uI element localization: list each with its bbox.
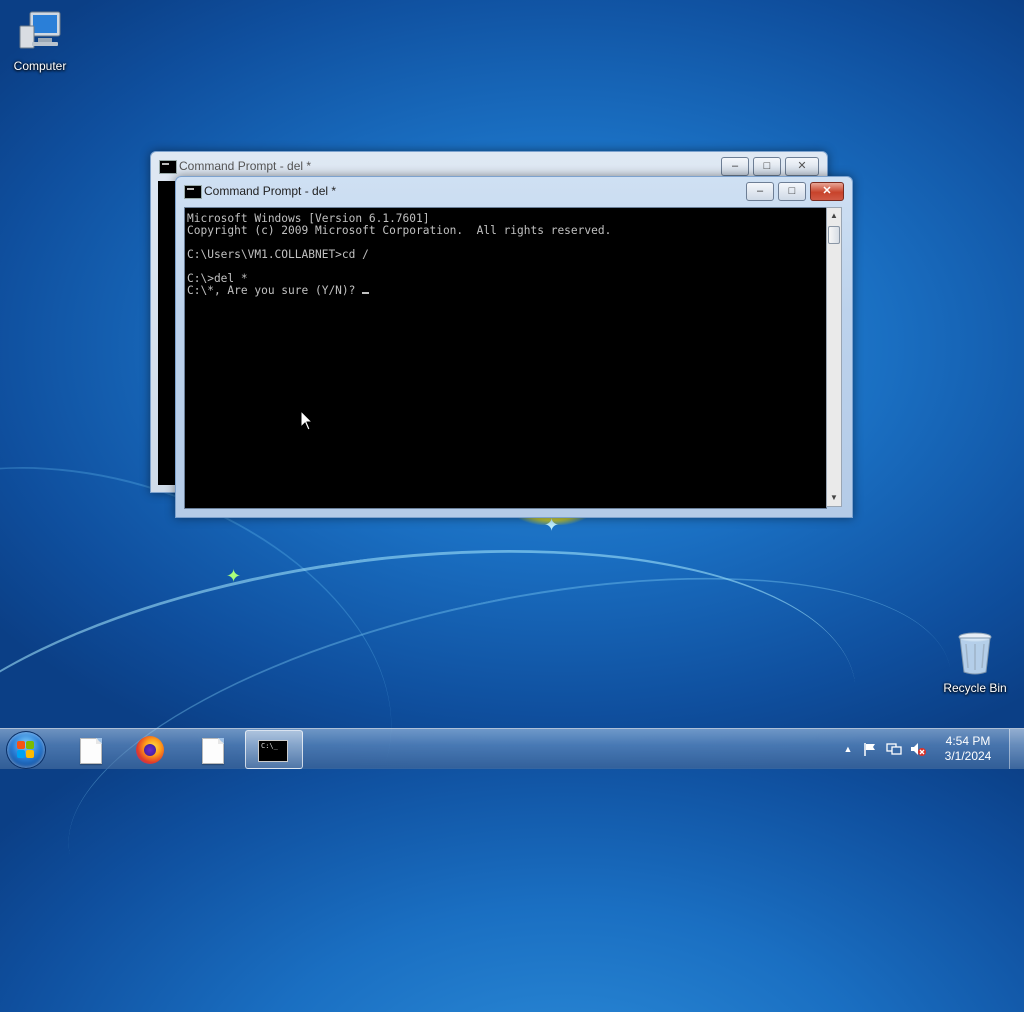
recycle-bin-icon bbox=[958, 632, 992, 675]
vertical-scrollbar[interactable]: ▲ ▼ bbox=[826, 207, 842, 507]
scrollbar-thumb[interactable] bbox=[828, 226, 840, 244]
taskbar-button-document[interactable] bbox=[62, 730, 118, 767]
command-prompt-icon: C:\_ bbox=[258, 740, 288, 762]
desktop-icon-label: Computer bbox=[13, 59, 67, 73]
title-bar[interactable]: Command Prompt - del * – □ ✕ bbox=[176, 177, 852, 205]
console-output[interactable]: Microsoft Windows [Version 6.1.7601] Cop… bbox=[184, 207, 827, 509]
action-center-flag-icon[interactable] bbox=[862, 741, 878, 757]
clock-date: 3/1/2024 bbox=[944, 749, 992, 763]
command-prompt-window[interactable]: Command Prompt - del * – □ ✕ Microsoft W… bbox=[175, 176, 853, 518]
minimize-button[interactable]: – bbox=[721, 157, 749, 176]
system-tray: ▲ 4:54 PM 3/1/2024 bbox=[834, 729, 1024, 769]
windows-logo-icon bbox=[17, 741, 35, 759]
maximize-button[interactable]: □ bbox=[753, 157, 781, 176]
minimize-button[interactable]: – bbox=[746, 182, 774, 201]
taskbar-button-document[interactable] bbox=[184, 730, 240, 767]
desktop-icon-computer[interactable]: Computer bbox=[0, 8, 80, 73]
command-prompt-icon bbox=[184, 185, 202, 199]
text-cursor bbox=[362, 292, 370, 294]
desktop-icon-recycle-bin[interactable]: Recycle Bin bbox=[935, 630, 1015, 695]
window-title: Command Prompt - del * bbox=[179, 159, 312, 173]
scroll-up-arrow-icon[interactable]: ▲ bbox=[827, 208, 841, 224]
show-hidden-icons-arrow-icon[interactable]: ▲ bbox=[840, 741, 856, 757]
volume-muted-icon[interactable] bbox=[910, 741, 926, 757]
taskbar-button-command-prompt[interactable]: C:\_ bbox=[245, 730, 303, 769]
window-title: Command Prompt - del * bbox=[204, 184, 337, 198]
mouse-pointer-icon bbox=[300, 410, 314, 431]
document-icon bbox=[202, 738, 224, 764]
taskbar: C:\_ ▲ 4:54 PM 3/1/2024 bbox=[0, 728, 1024, 769]
computer-icon bbox=[19, 11, 61, 49]
close-button[interactable]: ✕ bbox=[785, 157, 819, 176]
scroll-down-arrow-icon[interactable]: ▼ bbox=[827, 490, 841, 506]
sparkle-decoration: ✦ bbox=[544, 515, 560, 535]
desktop-icon-label: Recycle Bin bbox=[943, 681, 1007, 695]
clock[interactable]: 4:54 PM 3/1/2024 bbox=[938, 734, 998, 764]
document-icon bbox=[80, 738, 102, 764]
maximize-button[interactable]: □ bbox=[778, 182, 806, 201]
taskbar-button-firefox[interactable] bbox=[122, 730, 178, 767]
show-desktop-button[interactable] bbox=[1009, 729, 1024, 769]
clock-time: 4:54 PM bbox=[945, 734, 991, 748]
command-prompt-icon bbox=[159, 160, 177, 174]
start-button[interactable] bbox=[6, 731, 46, 769]
close-button[interactable]: ✕ bbox=[810, 182, 844, 201]
console-line: C:\Users\VM1.COLLABNET>cd / bbox=[187, 248, 369, 261]
console-line: Copyright (c) 2009 Microsoft Corporation… bbox=[187, 224, 612, 237]
sparkle-decoration: ✦ bbox=[226, 566, 242, 586]
firefox-icon bbox=[136, 736, 164, 764]
network-icon[interactable] bbox=[886, 741, 902, 757]
console-prompt-line: C:\*, Are you sure (Y/N)? bbox=[187, 284, 363, 297]
